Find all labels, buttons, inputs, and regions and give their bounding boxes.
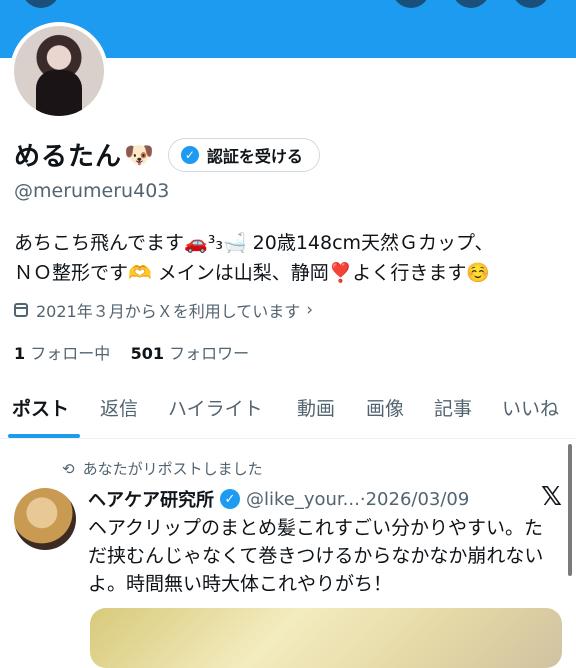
more-button[interactable] (512, 0, 550, 8)
profile-avatar[interactable] (10, 22, 108, 120)
repost-note-text: あなたがリポストしました (82, 460, 263, 478)
post-media[interactable] (90, 608, 562, 668)
tab-photos[interactable]: 画像 (366, 394, 404, 421)
get-verified-label: 認証を受ける (206, 146, 303, 166)
calendar-icon (14, 303, 28, 317)
profile-bio: あちこち飛んでます🚗³₃🛁 20歳148cm天然Ｇカップ、 ＮＯ整形です🫶 メイ… (14, 228, 564, 288)
tab-articles[interactable]: 記事 (434, 394, 472, 421)
bio-line-2: ＮＯ整形です🫶 メインは山梨、静岡❣️よく行きます☺️ (14, 262, 491, 284)
post-author-avatar[interactable] (14, 488, 76, 550)
repost-note: ⟲ あなたがリポストしました (62, 458, 263, 479)
verified-badge-icon: ✓ (220, 489, 240, 509)
get-verified-button[interactable]: ✓ 認証を受ける (167, 137, 320, 172)
post-author-name[interactable]: ヘアケア研究所 (88, 486, 214, 512)
repost-icon: ⟲ (62, 459, 75, 478)
profile-name: めるたん (14, 142, 123, 172)
following-link[interactable]: 1 フォロー中 (14, 344, 110, 363)
name-emoji: 🐶 (124, 140, 154, 169)
joined-text: 2021年３月からＸを利用しています (36, 302, 301, 321)
bio-line-1: あちこち飛んでます🚗³₃🛁 20歳148cm天然Ｇカップ、 (14, 232, 494, 254)
active-tab-indicator (8, 434, 80, 438)
post-author-handle[interactable]: @like_your... (246, 489, 360, 510)
joined-date[interactable]: 2021年３月からＸを利用しています › (14, 298, 313, 322)
tab-highlights[interactable]: ハイライト (168, 394, 263, 421)
search-button[interactable] (392, 0, 430, 8)
share-button[interactable] (452, 0, 490, 8)
post-header: ヘアケア研究所 ✓ @like_your... · 2026/03/09 (88, 486, 566, 512)
tab-replies[interactable]: 返信 (100, 394, 138, 421)
x-logo-icon: 𝕏 (541, 482, 562, 512)
tab-videos[interactable]: 動画 (297, 394, 335, 421)
profile-handle: @merumeru403 (14, 180, 170, 202)
profile-tabs: ポスト 返信 ハイライト 動画 画像 記事 いいね (0, 386, 576, 439)
follow-stats: 1 フォロー中 501 フォロワー (14, 340, 249, 364)
scrollbar[interactable] (568, 444, 572, 576)
post-date[interactable]: 2026/03/09 (366, 489, 470, 510)
post-text[interactable]: ヘアクリップのまとめ髪これすごい分かりやすい。ただ挟むんじゃなくて巻きつけるから… (88, 514, 558, 598)
back-button[interactable] (22, 0, 60, 8)
chevron-right-icon: › (306, 300, 314, 320)
followers-link[interactable]: 501 フォロワー (131, 344, 250, 363)
tab-posts[interactable]: ポスト (12, 394, 69, 421)
tab-likes[interactable]: いいね (502, 394, 559, 421)
verified-badge-icon: ✓ (180, 145, 199, 164)
